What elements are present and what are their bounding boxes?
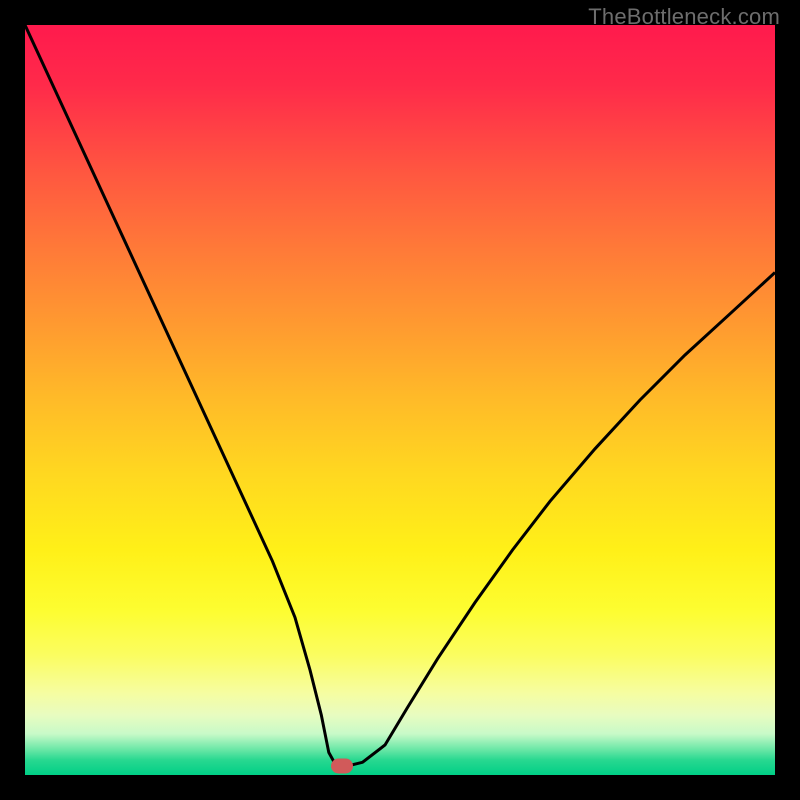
curve-path	[25, 25, 775, 766]
outer-frame: TheBottleneck.com	[0, 0, 800, 800]
bottleneck-curve	[25, 25, 775, 775]
plot-area	[25, 25, 775, 775]
optimal-point-marker	[331, 759, 353, 774]
